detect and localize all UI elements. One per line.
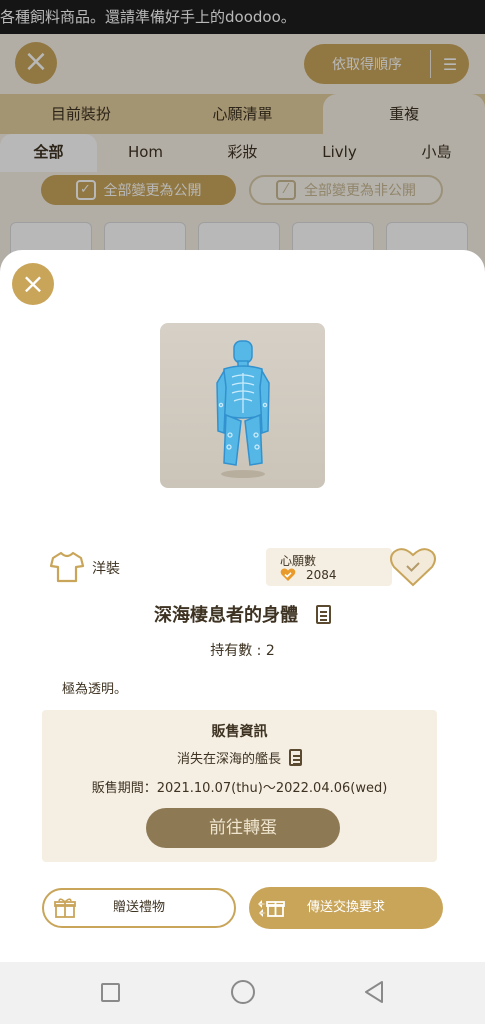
recent-apps-icon[interactable] bbox=[101, 983, 120, 1002]
owned-count: 持有數 : 2 bbox=[210, 643, 275, 659]
sale-source-row: 消失在深海的艦長 bbox=[42, 748, 437, 767]
send-gift-label: 贈送禮物 bbox=[112, 900, 165, 915]
close-button[interactable]: × bbox=[12, 263, 54, 305]
send-trade-request-label: 傳送交換要求 bbox=[306, 900, 385, 915]
category-label: 洋裝 bbox=[92, 561, 120, 577]
item-detail-sheet: × 洋裝 心願數 2084 深海棲息者的身體 持有數: 2 極為透明。 販售資… bbox=[0, 250, 485, 962]
home-icon[interactable] bbox=[231, 980, 255, 1004]
sale-info-title: 販售資訊 bbox=[211, 724, 268, 740]
system-navigation-bar bbox=[0, 962, 485, 1024]
heart-icon bbox=[280, 568, 296, 581]
item-image bbox=[160, 323, 325, 488]
item-description: 極為透明。 bbox=[62, 682, 128, 697]
wishlist-heart-button[interactable] bbox=[389, 546, 437, 588]
shirt-icon bbox=[49, 551, 85, 583]
back-icon[interactable] bbox=[363, 980, 385, 1004]
sale-info-panel: 販售資訊 消失在深海的艦長 販售期間：2021.10.07(thu)～2022.… bbox=[42, 710, 437, 862]
wishlist-count: 2084 bbox=[306, 568, 337, 582]
go-to-gacha-button[interactable]: 前往轉蛋 bbox=[146, 808, 340, 848]
wishlist-label: 心願數 bbox=[280, 554, 317, 568]
item-name: 深海棲息者的身體 bbox=[154, 605, 298, 626]
sale-period: 販售期間：2021.10.07(thu)～2022.04.06(wed) bbox=[91, 781, 388, 796]
sale-source: 消失在深海的艦長 bbox=[176, 752, 281, 767]
send-gift-button[interactable]: 贈送禮物 bbox=[42, 888, 236, 928]
translucent-body-figure-icon bbox=[216, 340, 270, 478]
send-trade-request-button[interactable]: 傳送交換要求 bbox=[249, 887, 443, 929]
close-icon: × bbox=[21, 267, 45, 300]
document-icon[interactable] bbox=[316, 605, 331, 624]
item-name-row: 深海棲息者的身體 bbox=[0, 601, 485, 627]
document-icon[interactable] bbox=[289, 749, 302, 766]
wishlist-panel: 心願數 2084 bbox=[266, 548, 392, 586]
